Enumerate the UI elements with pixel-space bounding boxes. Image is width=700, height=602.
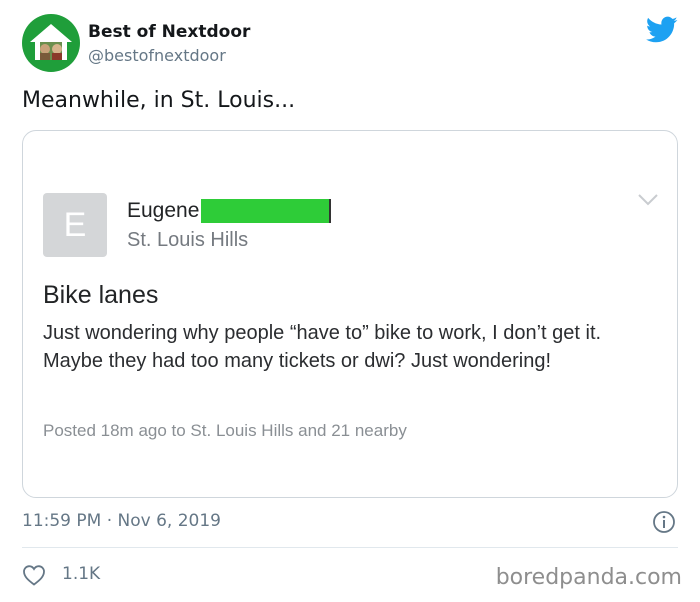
info-icon[interactable] <box>652 510 676 534</box>
house-logo-icon <box>30 24 72 60</box>
tweet-text: Meanwhile, in St. Louis... <box>22 88 296 113</box>
post-author-name: Eugene <box>127 199 200 222</box>
account-handle[interactable]: @bestofnextdoor <box>88 46 226 65</box>
display-name[interactable]: Best of Nextdoor <box>88 22 250 42</box>
twitter-bird-icon[interactable] <box>646 16 678 44</box>
post-title: Bike lanes <box>43 281 159 309</box>
watermark: boredpanda.com <box>495 565 682 590</box>
avatar[interactable] <box>22 14 80 72</box>
chevron-down-icon <box>638 194 658 206</box>
post-location: St. Louis Hills <box>127 229 249 251</box>
heart-icon[interactable] <box>22 564 46 586</box>
tweet-card: Best of Nextdoor @bestofnextdoor Meanwhi… <box>0 0 700 602</box>
tweet-timestamp[interactable]: 11:59 PM · Nov 6, 2019 <box>22 511 221 531</box>
post-body: Just wondering why people “have to” bike… <box>43 322 602 372</box>
like-count[interactable]: 1.1K <box>62 564 100 584</box>
embedded-post-card[interactable]: E Eugene St. Louis Hills Bike lanes Just… <box>22 130 678 498</box>
divider <box>22 547 678 548</box>
post-meta: Posted 18m ago to St. Louis Hills and 21… <box>43 421 407 440</box>
redaction-bar <box>201 199 332 223</box>
post-author-avatar: E <box>43 193 107 257</box>
post-author-row: Eugene <box>127 199 332 223</box>
